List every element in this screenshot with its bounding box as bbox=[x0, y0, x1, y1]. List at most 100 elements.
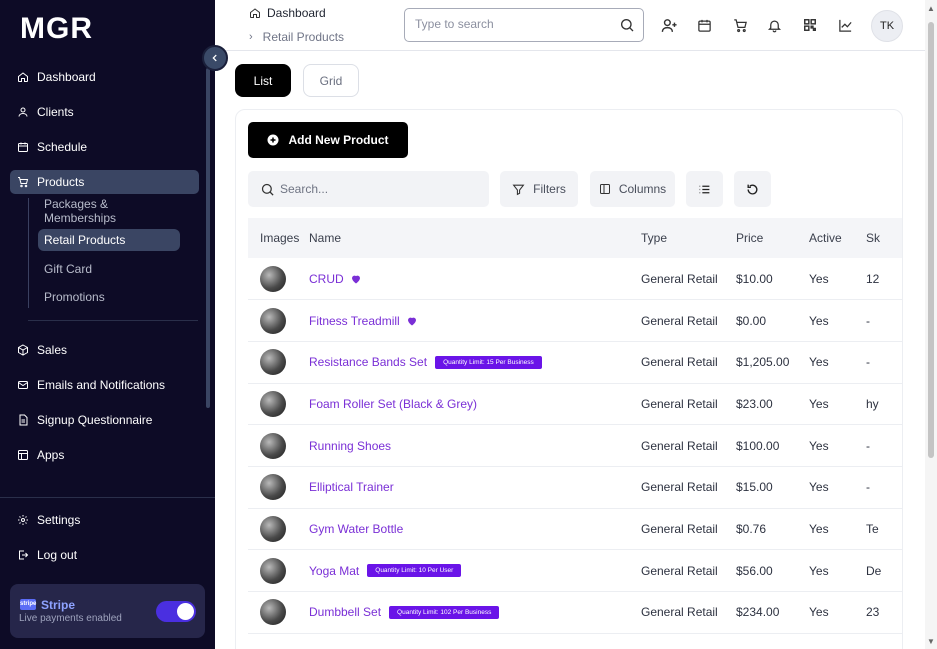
product-thumbnail[interactable] bbox=[260, 349, 286, 376]
table-row[interactable]: Yoga Mat Quantity Limit: 10 Per User Gener… bbox=[248, 550, 902, 592]
sidebar-subitem-packages[interactable]: Packages & Memberships bbox=[38, 197, 180, 225]
product-type: General Retail bbox=[641, 271, 718, 286]
sidebar-item-schedule[interactable]: Schedule bbox=[10, 135, 199, 159]
sidebar-collapse-button[interactable] bbox=[202, 45, 228, 71]
product-sku: 12 bbox=[866, 271, 880, 286]
app-logo[interactable]: MGR bbox=[20, 12, 93, 46]
column-header-price[interactable]: Price bbox=[736, 218, 809, 258]
sidebar-subitem-promotions[interactable]: Promotions bbox=[38, 286, 180, 308]
sidebar-item-dashboard[interactable]: Dashboard bbox=[10, 65, 199, 89]
scroll-thumb[interactable] bbox=[928, 22, 934, 458]
product-thumbnail[interactable] bbox=[260, 265, 286, 292]
product-sku: - bbox=[866, 355, 870, 370]
sidebar: MGR Dashboard Clients Schedule Products … bbox=[0, 0, 215, 649]
sidebar-item-sales[interactable]: Sales bbox=[10, 338, 199, 362]
box-icon bbox=[18, 344, 28, 356]
table-row[interactable]: Dumbbell Set Quantity Limit: 102 Per Busi… bbox=[248, 592, 902, 634]
global-search-input[interactable] bbox=[415, 17, 605, 31]
apps-icon bbox=[18, 450, 28, 460]
columns-button[interactable]: Columns bbox=[590, 171, 675, 207]
breadcrumb-dashboard[interactable]: Dashboard bbox=[249, 6, 326, 20]
sidebar-item-settings[interactable]: Settings bbox=[10, 508, 199, 532]
tab-grid[interactable]: Grid bbox=[303, 64, 359, 97]
columns-label: Columns bbox=[618, 182, 667, 196]
table-search-input[interactable] bbox=[280, 182, 470, 196]
sidebar-subitem-retail-products[interactable]: Retail Products bbox=[38, 229, 180, 251]
product-sku: 23 bbox=[866, 605, 880, 620]
user-avatar[interactable]: TK bbox=[871, 10, 903, 42]
add-new-product-label: Add New Product bbox=[288, 133, 389, 147]
calendar-icon[interactable] bbox=[695, 16, 713, 34]
column-header-images[interactable]: Images bbox=[248, 218, 309, 258]
tab-list[interactable]: List bbox=[235, 64, 291, 97]
heart-icon[interactable] bbox=[406, 315, 418, 327]
sidebar-scrollbar[interactable] bbox=[206, 68, 210, 408]
product-name-link[interactable]: Resistance Bands Set bbox=[309, 355, 427, 369]
refresh-button[interactable] bbox=[734, 171, 771, 207]
sidebar-item-apps[interactable]: Apps bbox=[10, 443, 199, 467]
product-thumbnail[interactable] bbox=[260, 515, 286, 542]
table-row[interactable]: Fitness Treadmill General Retail $0.00 Yes - bbox=[248, 300, 902, 342]
product-price: $100.00 bbox=[736, 438, 780, 453]
density-button[interactable] bbox=[686, 171, 723, 207]
product-thumbnail[interactable] bbox=[260, 599, 286, 626]
product-type: General Retail bbox=[641, 313, 718, 328]
table-row[interactable]: Foam Roller Set (Black & Grey) General Re… bbox=[248, 383, 902, 425]
product-thumbnail[interactable] bbox=[260, 557, 286, 584]
table-row[interactable]: Resistance Bands Set Quantity Limit: 15 P… bbox=[248, 341, 902, 384]
product-type: General Retail bbox=[641, 480, 718, 495]
toggle-knob bbox=[177, 603, 194, 620]
column-header-name[interactable]: Name bbox=[309, 218, 641, 258]
sidebar-item-label: Apps bbox=[37, 448, 65, 462]
product-name-link[interactable]: CRUD bbox=[309, 272, 344, 286]
breadcrumb-label: Retail Products bbox=[262, 30, 345, 44]
sidebar-item-label: Products bbox=[37, 175, 85, 189]
table-row[interactable]: CRUD General Retail $10.00 Yes 12 bbox=[248, 258, 902, 300]
table-row[interactable]: Elliptical Trainer General Retail $15.00 Ye… bbox=[248, 466, 902, 509]
search-icon[interactable] bbox=[619, 17, 635, 33]
column-header-type[interactable]: Type bbox=[641, 218, 736, 258]
scroll-up-icon[interactable]: ▲ bbox=[927, 4, 935, 13]
product-name-link[interactable]: Running Shoes bbox=[309, 439, 391, 453]
product-name-link[interactable]: Elliptical Trainer bbox=[309, 480, 394, 494]
product-thumbnail[interactable] bbox=[260, 390, 286, 417]
name-cell: Fitness Treadmill bbox=[309, 314, 641, 328]
product-name-link[interactable]: Dumbbell Set bbox=[309, 605, 381, 619]
product-name-link[interactable]: Yoga Mat bbox=[309, 564, 359, 578]
product-price: $10.00 bbox=[736, 271, 773, 286]
chart-line-icon[interactable] bbox=[836, 16, 854, 34]
filters-label: Filters bbox=[533, 182, 566, 196]
name-cell: Elliptical Trainer bbox=[309, 480, 641, 494]
product-name-link[interactable]: Gym Water Bottle bbox=[309, 522, 403, 536]
sidebar-item-clients[interactable]: Clients bbox=[10, 100, 199, 124]
product-thumbnail[interactable] bbox=[260, 432, 286, 459]
table-row[interactable]: Running Shoes General Retail $100.00 Yes - bbox=[248, 425, 902, 467]
stripe-toggle[interactable] bbox=[156, 601, 196, 622]
add-new-product-button[interactable]: Add New Product bbox=[248, 122, 408, 158]
mail-icon bbox=[18, 381, 28, 389]
heart-icon[interactable] bbox=[350, 273, 362, 285]
plus-circle-icon bbox=[267, 134, 279, 146]
sidebar-item-logout[interactable]: Log out bbox=[10, 543, 199, 567]
bell-icon[interactable] bbox=[765, 16, 783, 34]
sidebar-item-emails[interactable]: Emails and Notifications bbox=[10, 373, 199, 397]
column-header-active[interactable]: Active bbox=[809, 218, 866, 258]
page-scrollbar[interactable]: ▲ ▼ bbox=[925, 0, 937, 649]
qr-code-icon[interactable] bbox=[801, 16, 819, 34]
product-thumbnail[interactable] bbox=[260, 474, 286, 501]
product-thumbnail[interactable] bbox=[260, 307, 286, 334]
sidebar-subitem-gift-card[interactable]: Gift Card bbox=[38, 258, 180, 280]
cart-icon[interactable] bbox=[731, 16, 749, 34]
filter-icon bbox=[512, 184, 525, 195]
name-cell: CRUD bbox=[309, 272, 641, 286]
add-user-icon[interactable] bbox=[660, 16, 678, 34]
table-row[interactable]: Gym Water Bottle General Retail $0.76 Yes Te bbox=[248, 508, 902, 550]
scroll-down-icon[interactable]: ▼ bbox=[927, 637, 935, 646]
sidebar-item-signup-questionnaire[interactable]: Signup Questionnaire bbox=[10, 408, 199, 432]
column-header-sku[interactable]: Sk bbox=[866, 218, 902, 258]
sidebar-item-products[interactable]: Products bbox=[10, 170, 199, 194]
product-name-link[interactable]: Fitness Treadmill bbox=[309, 314, 400, 328]
product-price: $0.00 bbox=[736, 313, 767, 328]
product-name-link[interactable]: Foam Roller Set (Black & Grey) bbox=[309, 397, 477, 411]
filters-button[interactable]: Filters bbox=[500, 171, 578, 207]
